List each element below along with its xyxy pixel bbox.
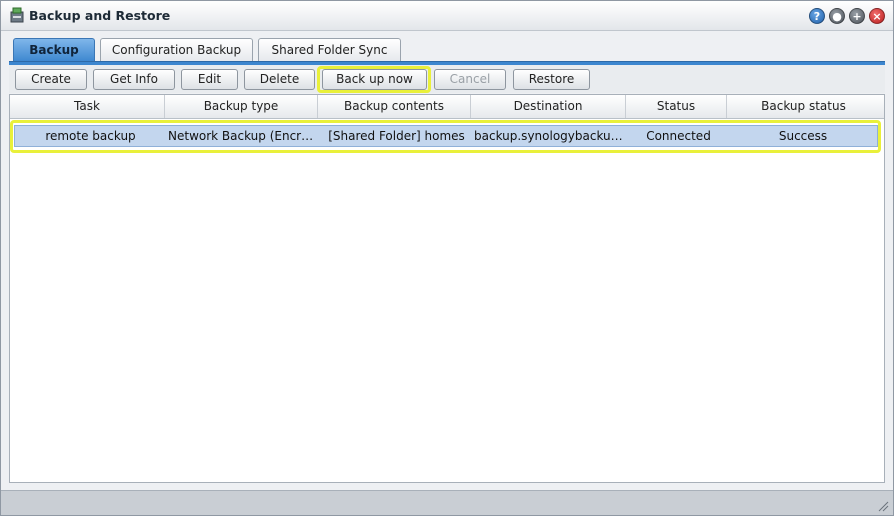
delete-button[interactable]: Delete [244, 69, 315, 90]
minimize-icon[interactable]: ● [829, 8, 845, 24]
get-info-button[interactable]: Get Info [93, 69, 175, 90]
resize-grip-icon[interactable] [877, 500, 889, 512]
column-header-status[interactable]: Status [626, 95, 727, 118]
column-header-backup-status[interactable]: Backup status [727, 95, 880, 118]
restore-button[interactable]: Restore [513, 69, 590, 90]
tab-backup[interactable]: Backup [13, 38, 95, 62]
title-bar[interactable]: Backup and Restore ? ● + × [1, 1, 893, 31]
edit-button[interactable]: Edit [181, 69, 238, 90]
close-icon[interactable]: × [869, 8, 885, 24]
column-header-backup-type[interactable]: Backup type [165, 95, 318, 118]
table-header: Task Backup type Backup contents Destina… [10, 95, 884, 119]
back-up-now-highlight [317, 66, 431, 93]
column-header-backup-contents[interactable]: Backup contents [318, 95, 471, 118]
maximize-icon[interactable]: + [849, 8, 865, 24]
tab-configuration-backup[interactable]: Configuration Backup [100, 38, 253, 62]
status-bar [1, 490, 893, 515]
selected-row-highlight [10, 120, 881, 153]
help-icon[interactable]: ? [809, 8, 825, 24]
column-header-task[interactable]: Task [10, 95, 165, 118]
tab-shared-folder-sync[interactable]: Shared Folder Sync [258, 38, 401, 62]
cancel-button: Cancel [434, 69, 506, 90]
backup-restore-window: Backup and Restore ? ● + × Backup Config… [0, 0, 894, 516]
column-header-destination[interactable]: Destination [471, 95, 626, 118]
create-button[interactable]: Create [15, 69, 87, 90]
toolbar: Create Get Info Edit Delete Back up now … [9, 65, 885, 93]
backup-app-icon [10, 7, 24, 23]
window-title: Backup and Restore [29, 8, 171, 23]
